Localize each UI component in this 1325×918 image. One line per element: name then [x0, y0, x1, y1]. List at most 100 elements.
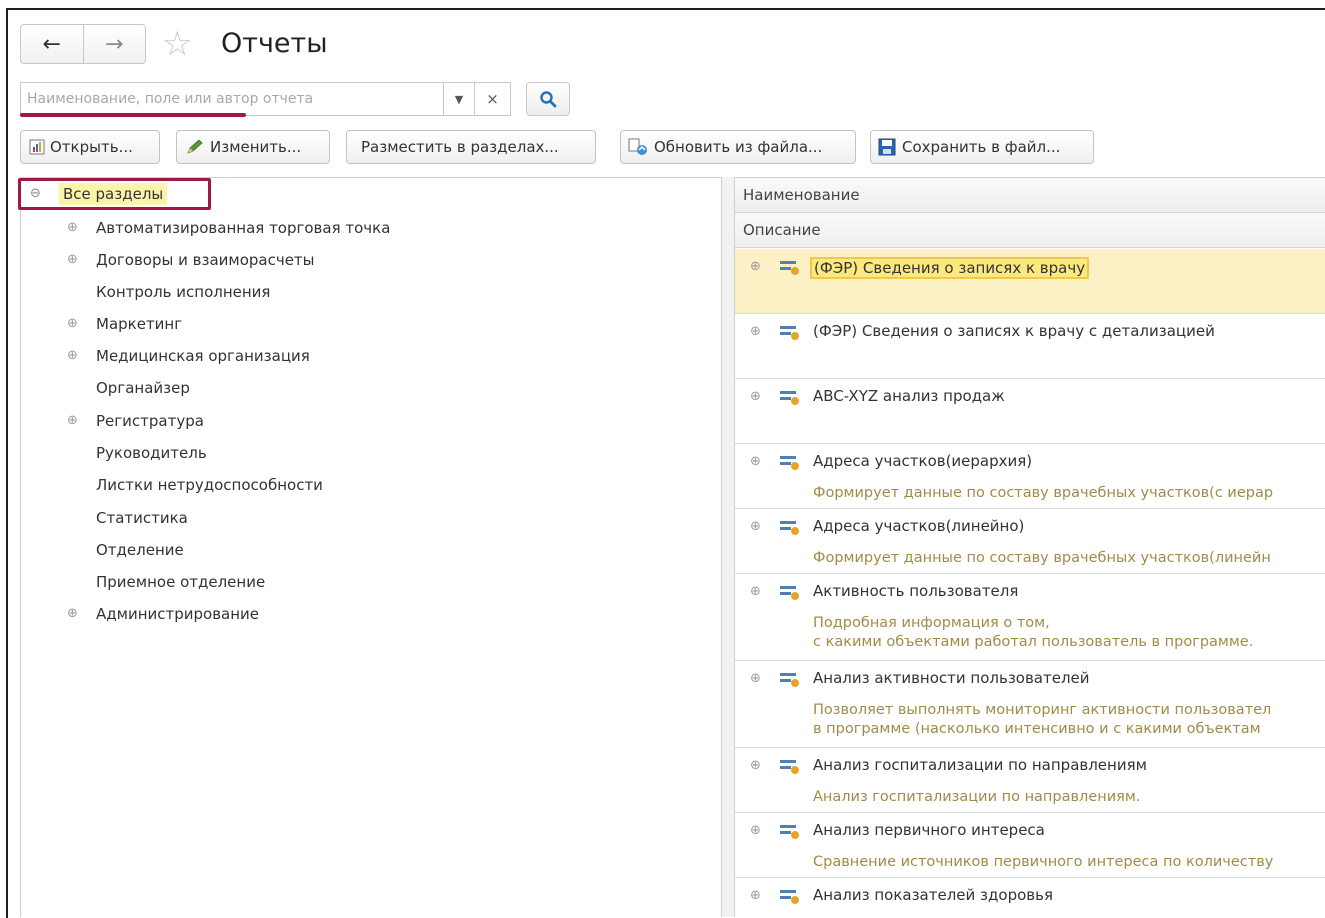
report-icon — [779, 670, 803, 692]
search-button[interactable] — [526, 82, 570, 116]
expand-icon[interactable]: ⊕ — [750, 389, 761, 404]
report-name: Активность пользователя — [813, 582, 1019, 600]
report-name: Анализ активности пользователей — [813, 669, 1090, 687]
report-icon — [779, 757, 803, 779]
sidebar-item-label: Договоры и взаиморасчеты — [96, 251, 315, 269]
edit-button[interactable]: Изменить... — [176, 130, 330, 164]
report-icon — [779, 453, 803, 475]
expand-icon[interactable]: ⊕ — [750, 519, 761, 534]
back-button[interactable]: ← — [21, 25, 83, 63]
report-row[interactable]: ⊕ Адреса участков(линейно) Формирует данны… — [735, 509, 1325, 574]
search-highlight-underline — [20, 113, 246, 117]
sidebar-item-label: Листки нетрудоспособности — [96, 476, 323, 494]
expand-icon[interactable]: ⊕ — [750, 259, 761, 274]
column-header-name[interactable]: Наименование — [735, 178, 1325, 213]
report-row[interactable]: ⊕ ABC-XYZ анализ продаж — [735, 379, 1325, 444]
report-row[interactable]: ⊕ (ФЭР) Сведения о записях к врачу с дета… — [735, 314, 1325, 379]
report-description: Анализ госпитализации по направлениям. — [813, 789, 1141, 805]
update-from-file-icon — [627, 137, 651, 157]
arrow-left-icon: ← — [42, 31, 61, 57]
report-description: Подробная информация о том, — [813, 615, 1050, 631]
search-clear-button[interactable]: × — [475, 82, 511, 116]
expand-icon[interactable]: ⊕ — [67, 604, 78, 624]
panel-splitter[interactable] — [721, 177, 735, 917]
report-row[interactable]: ⊕ Активность пользователя Подробная информ… — [735, 574, 1325, 661]
report-row[interactable]: ⊕ Анализ первичного интереса Сравнение ист… — [735, 813, 1325, 878]
report-name: Адреса участков(линейно) — [813, 517, 1025, 535]
report-description: Сравнение источников первичного интереса… — [813, 854, 1274, 870]
star-icon[interactable]: ☆ — [162, 24, 192, 64]
sidebar-item-label: Статистика — [96, 509, 188, 527]
open-button-label: Открыть... — [50, 138, 133, 156]
report-name: Анализ показателей здоровья — [813, 886, 1053, 904]
expand-icon[interactable]: ⊕ — [750, 758, 761, 773]
update-from-file-label: Обновить из файла... — [654, 138, 823, 156]
expand-icon[interactable]: ⊕ — [750, 324, 761, 339]
save-to-file-label: Сохранить в файл... — [902, 138, 1061, 156]
navigation-buttons: ← → — [20, 24, 146, 64]
expand-icon[interactable]: ⊕ — [67, 411, 78, 431]
expand-icon[interactable]: ⊕ — [67, 346, 78, 366]
update-from-file-button[interactable]: Обновить из файла... — [620, 130, 856, 164]
close-icon: × — [486, 90, 499, 108]
report-name: (ФЭР) Сведения о записях к врачу — [810, 257, 1090, 279]
search-input[interactable] — [20, 82, 443, 116]
report-row[interactable]: ⊕ Адреса участков(иерархия) Формирует данн… — [735, 444, 1325, 509]
expand-icon[interactable]: ⊕ — [67, 218, 78, 238]
sidebar-item-label: Регистратура — [96, 412, 204, 430]
report-icon — [779, 583, 803, 605]
report-description-line2: с какими объектами работал пользователь … — [813, 634, 1254, 650]
search-dropdown-button[interactable]: ▼ — [443, 82, 475, 116]
report-row[interactable]: ⊕ Анализ активности пользователей Позволяе… — [735, 661, 1325, 748]
save-to-file-button[interactable]: Сохранить в файл... — [870, 130, 1094, 164]
open-button[interactable]: Открыть... — [20, 130, 160, 164]
report-description: Позволяет выполнять мониторинг активност… — [813, 702, 1272, 718]
sidebar-item-label: Медицинская организация — [96, 347, 310, 365]
tree-root-all-sections[interactable]: Все разделы — [59, 183, 168, 205]
report-name: Адреса участков(иерархия) — [813, 452, 1033, 470]
collapse-icon[interactable]: ⊖ — [30, 186, 41, 202]
reports-list-panel: Наименование Описание ⊕ (ФЭР) Сведения о … — [735, 177, 1325, 917]
sidebar-item-label: Контроль исполнения — [96, 283, 271, 301]
report-icon — [779, 887, 803, 909]
expand-icon[interactable]: ⊕ — [750, 671, 761, 686]
expand-icon[interactable]: ⊕ — [750, 454, 761, 469]
report-icon — [779, 518, 803, 540]
expand-icon[interactable]: ⊕ — [750, 823, 761, 838]
page-title: Отчеты — [221, 28, 328, 59]
report-icon — [29, 139, 45, 155]
sidebar-item-label: Администрирование — [96, 605, 260, 623]
expand-icon[interactable]: ⊕ — [750, 584, 761, 599]
sidebar-item-label: Органайзер — [96, 379, 190, 397]
place-in-sections-label: Разместить в разделах... — [361, 138, 559, 156]
report-description: Формирует данные по составу врачебных уч… — [813, 485, 1274, 501]
report-icon — [779, 258, 803, 280]
forward-button[interactable]: → — [82, 25, 146, 63]
sidebar-item-label: Отделение — [96, 541, 184, 559]
sidebar-item-label: Руководитель — [96, 444, 207, 462]
edit-button-label: Изменить... — [210, 138, 302, 156]
sidebar-item-label: Маркетинг — [96, 315, 183, 333]
place-in-sections-button[interactable]: Разместить в разделах... — [346, 130, 596, 164]
magnifier-icon — [539, 90, 557, 108]
report-row[interactable]: ⊕ Анализ показателей здоровья — [735, 878, 1325, 917]
expand-icon[interactable]: ⊕ — [67, 314, 78, 334]
report-row[interactable]: ⊕ Анализ госпитализации по направлениям Ан… — [735, 748, 1325, 813]
report-name: Анализ госпитализации по направлениям — [813, 756, 1147, 774]
report-name: ABC-XYZ анализ продаж — [813, 387, 1005, 405]
report-name: (ФЭР) Сведения о записях к врачу с детал… — [813, 322, 1215, 340]
report-description: Формирует данные по составу врачебных уч… — [813, 550, 1271, 566]
report-icon — [779, 323, 803, 345]
report-row[interactable]: ⊕ (ФЭР) Сведения о записях к врачу — [735, 249, 1325, 314]
pencil-icon — [185, 138, 205, 156]
column-header-description[interactable]: Описание — [735, 213, 1325, 248]
report-name: Анализ первичного интереса — [813, 821, 1045, 839]
expand-icon[interactable]: ⊕ — [750, 888, 761, 903]
arrow-right-icon: → — [105, 31, 124, 57]
report-icon — [779, 822, 803, 844]
expand-icon[interactable]: ⊕ — [67, 250, 78, 270]
sidebar-item-label: Автоматизированная торговая точка — [96, 219, 391, 237]
floppy-disk-icon — [877, 137, 899, 157]
report-description-line2: в программе (насколько интенсивно и с ка… — [813, 721, 1261, 737]
sidebar-item-label: Приемное отделение — [96, 573, 266, 591]
